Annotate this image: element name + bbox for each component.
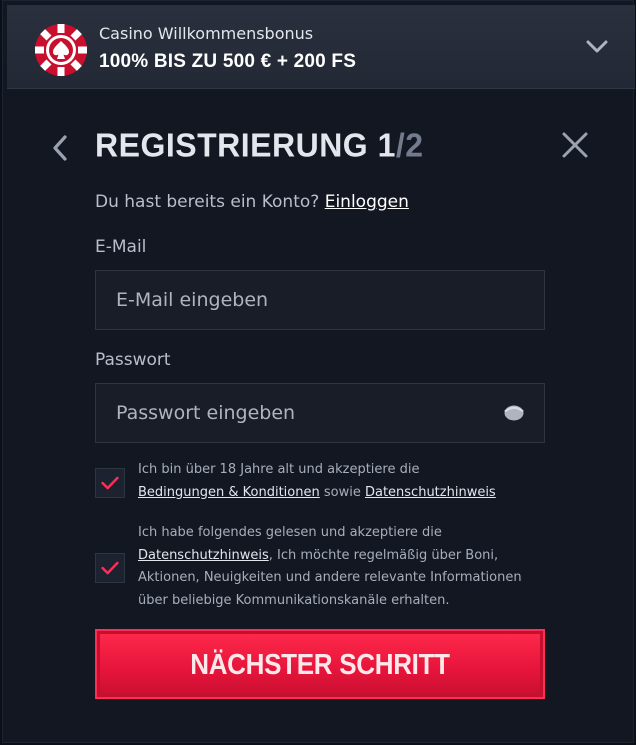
casino-chip-icon [35, 24, 87, 76]
marketing-text-before: Ich habe folgendes gelesen und akzeptier… [138, 525, 442, 540]
chevron-down-icon[interactable] [585, 39, 609, 55]
terms-consent-text: Ich bin über 18 Jahre alt und akzeptiere… [138, 459, 538, 504]
login-link[interactable]: Einloggen [325, 192, 409, 212]
password-field-wrapper [95, 383, 545, 443]
checkmark-icon [101, 561, 119, 575]
welcome-bonus-banner[interactable]: Casino Willkommensbonus 100% BIS ZU 500 … [7, 5, 635, 89]
next-step-label: NÄCHSTER SCHRITT [190, 646, 450, 680]
marketing-checkbox[interactable] [95, 553, 125, 583]
step-total: /2 [395, 126, 424, 164]
terms-link[interactable]: Bedingungen & Konditionen [138, 485, 320, 500]
marketing-consent-text: Ich habe folgendes gelesen und akzeptier… [138, 522, 538, 612]
login-prompt-text: Du hast bereits ein Konto? [95, 192, 320, 212]
privacy-link[interactable]: Datenschutzhinweis [365, 485, 496, 500]
eye-icon[interactable] [504, 404, 524, 422]
bonus-title: 100% BIS ZU 500 € + 200 FS [99, 51, 357, 72]
password-input[interactable] [96, 384, 544, 442]
email-input[interactable] [96, 271, 544, 329]
marketing-privacy-link[interactable]: Datenschutzhinweis [138, 548, 269, 563]
password-label: Passwort [95, 350, 171, 370]
terms-text-before: Ich bin über 18 Jahre alt und akzeptiere… [138, 462, 420, 477]
checkmark-icon [101, 476, 119, 490]
close-button[interactable] [561, 131, 589, 159]
login-prompt: Du hast bereits ein Konto? Einloggen [95, 192, 409, 212]
email-field-wrapper [95, 270, 545, 330]
terms-text-middle: sowie [323, 484, 361, 500]
back-button[interactable] [49, 133, 71, 163]
bonus-subtitle: Casino Willkommensbonus [99, 24, 314, 43]
terms-checkbox[interactable] [95, 468, 125, 498]
registration-modal: Casino Willkommensbonus 100% BIS ZU 500 … [2, 0, 635, 743]
page-title-main: REGISTRIERUNG 1 [95, 126, 396, 164]
page-title: REGISTRIERUNG 1/2 [95, 126, 424, 165]
email-label: E-Mail [95, 237, 147, 257]
next-step-button[interactable]: NÄCHSTER SCHRITT [95, 629, 545, 699]
